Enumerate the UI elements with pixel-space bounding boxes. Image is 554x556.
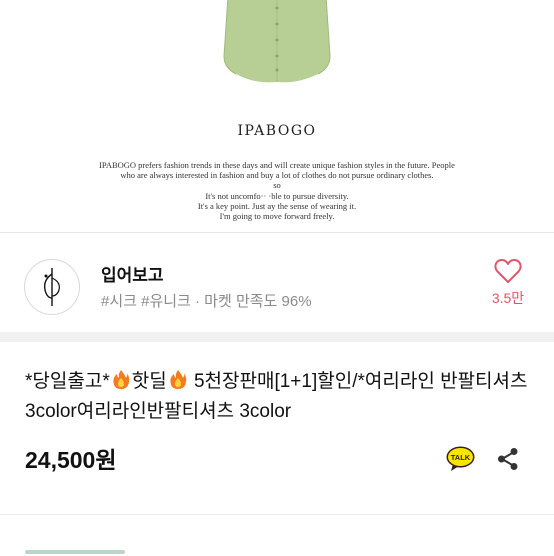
fire-emoji-icon [113,370,129,389]
product-title: *당일출고* 핫딜 5천장판매[1+1]할인/*여리라인 반팔티셔츠 3color… [25,367,535,427]
heart-outline-icon [494,259,522,283]
product-hero-image[interactable]: IPABOGO IPABOGO prefers fashion trends i… [0,0,554,232]
kakaotalk-icon: TALK [446,446,475,471]
shop-logo-icon [43,268,60,306]
tagline-line: so [273,180,281,191]
share-button[interactable] [497,447,519,471]
fire-emoji-icon [170,370,186,389]
tagline-line: It's not uncomfo·· ·ble to pursue divers… [205,190,349,201]
like-count: 3.5만 [491,290,525,306]
tagline-line: I'm going to move forward freely. [219,211,335,222]
product-price: 24,500원 [25,447,117,473]
shop-logo[interactable] [24,259,80,315]
divider [0,514,554,515]
shop-info-row[interactable]: 입어보고 #시크 #유니크 · 마켓 만족도 96% 3.5만 [0,233,554,332]
product-info: *당일출고* 핫딜 5천장판매[1+1]할인/*여리라인 반팔티셔츠 3color… [0,342,554,554]
share-icon [498,448,518,470]
tagline-line: IPABOGO prefers fashion trends in these … [99,160,455,170]
shop-name[interactable]: 입어보고 [101,261,164,286]
product-title-prefix: *당일출고* [25,371,110,392]
shop-tags: #시크 #유니크 · 마켓 만족도 96% [101,293,312,310]
section-gap [0,332,554,342]
tagline-line: It's a key point. Just ay the sense of w… [197,200,357,211]
kakaotalk-button[interactable]: TALK [446,446,475,472]
talk-label: TALK [451,453,471,462]
hero-tagline: IPABOGO prefers fashion trends in these … [40,160,514,221]
hero-brand-title: IPABOGO [237,123,317,139]
like-button[interactable]: 3.5만 [478,258,538,308]
product-title-hotdeal: 핫딜 [131,371,167,392]
shirt-image [223,0,331,83]
tagline-line: who are always interested in fashion and… [120,170,434,181]
